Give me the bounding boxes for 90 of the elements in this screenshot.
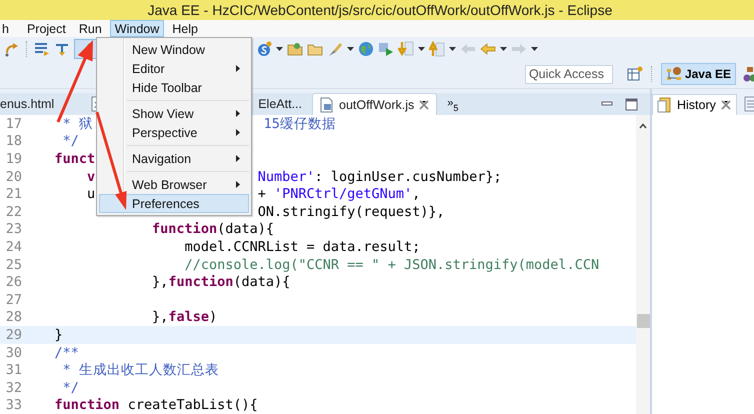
code-text: Number' [258,168,315,185]
perspective-icon [666,66,682,82]
submenu-arrow-icon [236,155,240,162]
menu-item[interactable]: Hide Toolbar [99,78,249,97]
close-icon[interactable] [720,98,732,110]
code-text: v [87,168,96,185]
line-number: 29 [4,326,22,343]
line-number: 21 [4,186,22,202]
line-number: 17 [4,116,22,132]
server-icon[interactable] [256,40,272,56]
editor-tab[interactable]: enus.html [0,93,84,115]
line-number: 30 [4,344,22,361]
scrollbar-thumb[interactable] [636,314,650,328]
view-tab[interactable]: History [652,94,737,114]
run-icon[interactable] [378,40,394,56]
code-text: /** [54,344,79,361]
menu-item[interactable]: Window [110,20,164,37]
code-text: function [54,397,120,414]
caret-icon[interactable] [276,46,283,50]
code-text: }, [152,274,168,290]
code-text: false [168,309,209,326]
code-text: */ [62,380,79,396]
code-text: }, [152,309,168,326]
line-number: 32 [4,380,22,396]
code-text: (data){ [217,221,274,238]
editor-tab[interactable]: outOffWork.js [312,93,438,115]
line-number: 24 [4,238,22,255]
menu-item[interactable]: Help [167,20,203,37]
submenu-arrow-icon [236,129,240,136]
submenu-arrow-icon [236,181,240,188]
caret-icon[interactable] [347,46,354,50]
code-text: 15缓仔数据 [264,115,336,133]
menu-item[interactable]: Run [74,20,107,37]
code-text: u [87,186,96,202]
caret-icon[interactable] [449,46,456,50]
code-text: createTabList(){ [128,397,258,414]
file-icon [319,96,335,112]
caret-icon[interactable] [418,46,425,50]
menu-item[interactable]: h [0,20,14,37]
code-text: , [412,186,420,202]
menu-item[interactable]: Web Browser [99,175,249,194]
maximize-icon[interactable] [625,98,638,110]
submenu-arrow-icon [236,110,240,117]
window-title: Java EE - HzCIC/WebContent/js/src/cic/outOffWork/outOffWork.js - Eclipse [148,2,612,18]
close-icon[interactable] [418,98,430,110]
code-text: (data){ [233,274,290,290]
line-number: 28 [4,309,22,326]
menu-item[interactable]: Perspective [99,123,249,142]
quick-access-field[interactable]: Quick Access [524,64,613,84]
menu-item[interactable]: New Window [99,40,249,59]
code-text: * 生成出收工人数汇总表 [62,361,219,380]
code-text: funct [54,150,96,167]
code-text: function [152,221,218,238]
open-perspective-icon[interactable] [626,66,643,82]
line-number: 31 [4,362,22,378]
code-text: function [168,274,234,290]
code-text: ) [208,309,218,326]
menu-item[interactable]: Project [22,20,71,37]
code-text: + [258,186,267,202]
code-text: ON.stringify(request)}, [258,204,445,220]
line-number: 33 [4,397,22,414]
code-text: model.CCNRList = data.result; [184,238,420,255]
code-text: 'PNRCtrl/getGNum' [274,186,412,202]
scrollbar[interactable] [636,115,650,414]
menu-item[interactable]: Navigation [99,149,249,168]
line-number: 25 [4,256,22,273]
line-number: 18 [4,133,22,150]
line-number: 20 [4,168,22,185]
code-text: } [54,326,63,343]
code-text: */ [62,133,79,150]
line-number: 22 [4,204,22,220]
document-icon[interactable] [742,96,754,112]
caret-icon[interactable] [531,46,538,50]
caret-icon[interactable] [500,46,507,50]
submenu-arrow-icon [236,65,240,72]
code-text: : loginUser.cusNumber}; [314,168,502,185]
menu-item[interactable]: Preferences [99,194,249,213]
code-text: * 狱 [62,115,93,133]
menu-item[interactable]: Show View [99,104,249,123]
list-icon[interactable] [34,40,50,56]
perspective-icon[interactable] [742,66,754,82]
line-number: 26 [4,274,22,290]
line-number: 27 [4,292,22,308]
line-number: 19 [4,150,22,167]
menu-item[interactable]: Editor [99,59,249,78]
code-text: //console.log("CCNR == " + JSON.stringify(model.CCN [184,256,600,273]
line-number: 23 [4,221,22,238]
perspective-button[interactable]: Java EE [660,63,736,85]
arrow-icon[interactable] [4,40,20,56]
history-icon [657,96,673,112]
